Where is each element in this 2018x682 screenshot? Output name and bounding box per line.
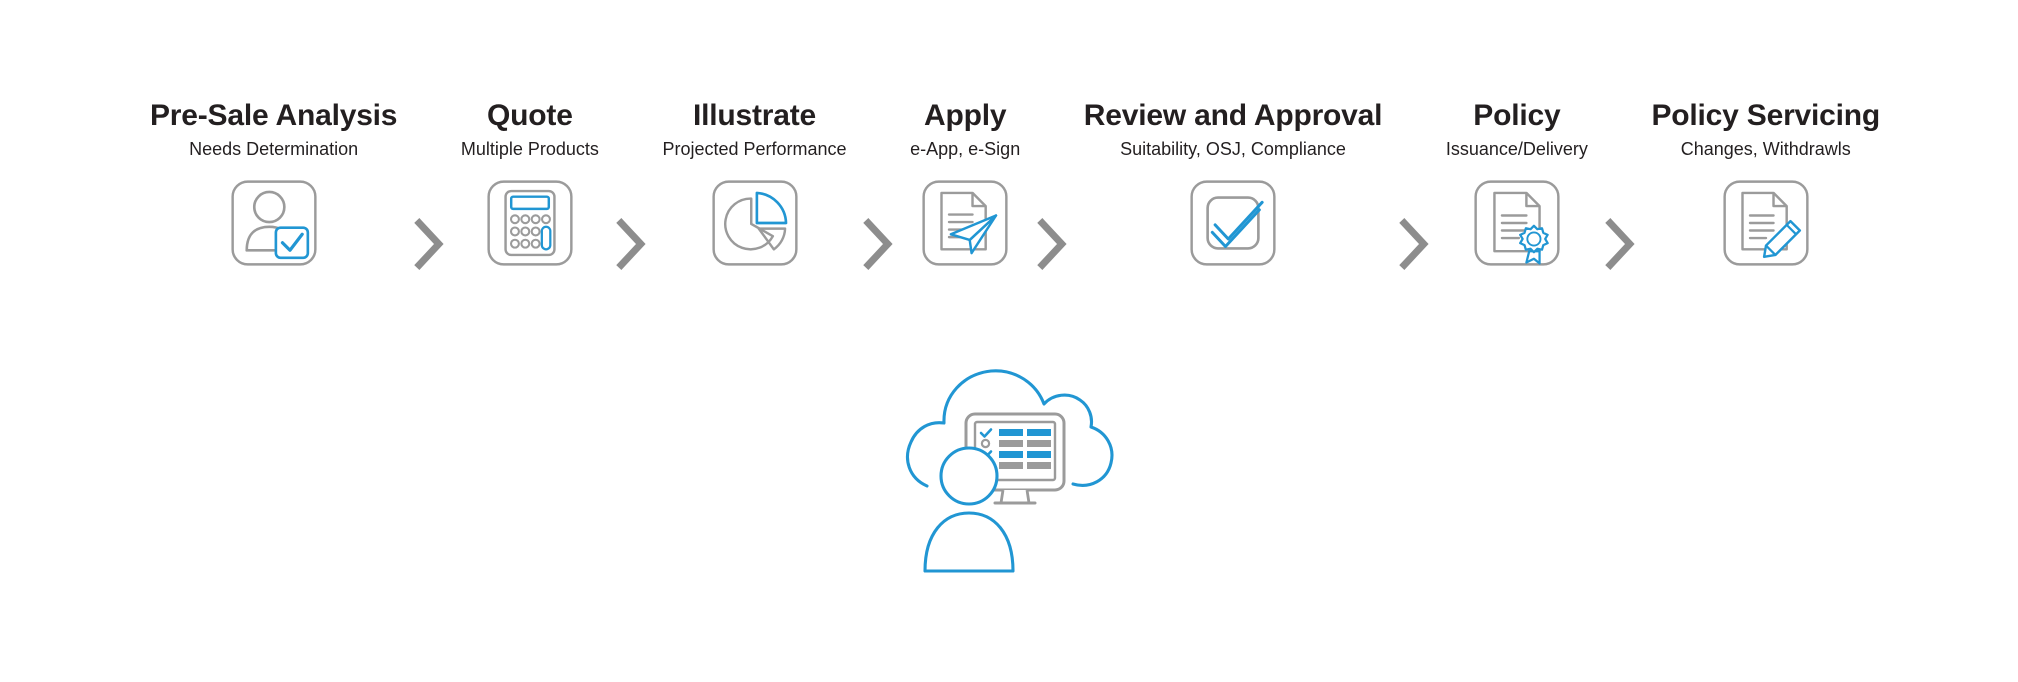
row-bar [1027,462,1051,469]
stage-policy[interactable]: Policy Issuance/Delivery [1446,100,1588,270]
stage-subtitle: Multiple Products [460,138,599,159]
stage-title: Review and Approval [1083,99,1383,132]
cloud-user-monitor-illustration [903,328,1115,573]
row-bar [999,429,1023,436]
cloud-illustration-svg [906,369,1114,573]
row-bar [999,440,1023,447]
person-check-icon [231,180,317,266]
stage-review-and-approval[interactable]: Review and Approval Suitability, OSJ, Co… [1083,99,1383,270]
chevron-right-icon [414,218,444,270]
stage-subtitle: Suitability, OSJ, Compliance [1120,138,1346,159]
document-seal-icon [1474,180,1560,266]
stage-quote[interactable]: Quote Multiple Products [461,100,599,270]
row-bar [1027,451,1051,458]
pie-chart-icon [711,180,798,266]
row-bar [999,462,1023,469]
row-bar [1027,440,1051,447]
stage-title: Pre-Sale Analysis [150,99,398,132]
process-flow-row: Pre-Sale Analysis Needs Determination Qu… [150,100,1880,272]
stage-subtitle: e-App, e-Sign [910,138,1021,159]
chevron-right-icon [863,218,893,270]
stage-title: Illustrate [693,99,817,132]
stage-subtitle: Needs Determination [189,138,359,159]
document-paper-airplane-icon [922,180,1008,266]
document-pencil-icon [1723,180,1809,266]
chevron-right-icon [1037,218,1067,270]
chevron-right-icon [1399,218,1429,270]
row-bar [999,451,1023,458]
stage-subtitle: Projected Performance [662,138,847,159]
stage-subtitle: Changes, Withdrawls [1680,138,1851,159]
stage-pre-sale-analysis[interactable]: Pre-Sale Analysis Needs Determination [150,100,397,270]
stage-subtitle: Issuance/Delivery [1445,138,1588,159]
row-bar [1027,429,1051,436]
stage-illustrate[interactable]: Illustrate Projected Performance [662,99,847,270]
chevron-right-icon [1604,218,1635,270]
calculator-icon [487,180,573,266]
stage-title: Quote [487,99,573,132]
stage-title: Apply [924,99,1007,132]
stage-policy-servicing[interactable]: Policy Servicing Changes, Withdrawls [1651,100,1880,270]
stage-title: Policy Servicing [1651,99,1881,132]
process-flow-diagram: Pre-Sale Analysis Needs Determination Qu… [0,0,2018,682]
stage-title: Policy [1473,99,1561,132]
chevron-right-icon [615,218,646,270]
stage-apply[interactable]: Apply e-App, e-Sign [910,100,1020,270]
checkbox-approved-icon [1190,180,1276,266]
